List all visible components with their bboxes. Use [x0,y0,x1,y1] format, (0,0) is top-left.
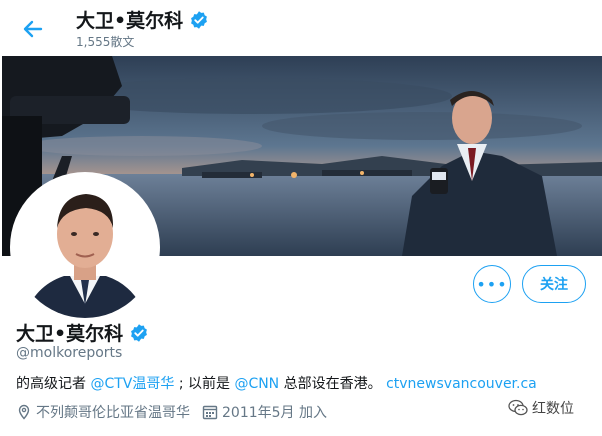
header-title: 大卫•莫尔科 [76,10,184,32]
watermark: 红数位 [508,398,574,418]
profile-bio: 的高级记者 @CTV温哥华 ; 以前是 @CNN 总部设在香港。 ctvnews… [16,373,537,393]
calendar-icon [202,405,218,420]
profile-avatar[interactable] [14,176,156,318]
mention-link-ctv[interactable]: @CTV温哥华 [90,376,174,392]
top-bar: 大卫•莫尔科 1,555散文 [0,0,602,56]
arrow-left-icon [23,20,43,38]
mention-link-cnn[interactable]: @CNN [234,376,279,392]
user-handle: @molkoreports [16,345,123,361]
back-button[interactable] [18,14,48,44]
display-name: 大卫•莫尔科 [16,323,124,345]
verified-badge-icon [191,10,208,29]
location-pin-icon [18,404,30,420]
profile-name-row: 大卫•莫尔科 [16,319,149,346]
website-link[interactable]: ctvnewsvancouver.ca [386,376,537,392]
location-text: 不列颠哥伦比亚省温哥华 [36,405,190,421]
bio-text: 总部设在香港。 [283,376,387,392]
watermark-text: 红数位 [532,401,574,417]
joined-date: 2011年5月 加入 [222,405,327,421]
bio-text: 的高级记者 [16,376,91,392]
header-title-row: 大卫•莫尔科 [76,6,209,33]
post-count: 1,555散文 [76,35,135,49]
more-options-button[interactable]: ••• [473,265,511,303]
bio-text: ; 以前是 [178,376,230,392]
profile-meta: 不列颠哥伦比亚省温哥华 2011年5月 加入 [16,402,327,422]
follow-button[interactable]: 关注 [522,265,586,303]
wechat-icon [508,399,528,416]
verified-badge-icon [131,323,148,342]
